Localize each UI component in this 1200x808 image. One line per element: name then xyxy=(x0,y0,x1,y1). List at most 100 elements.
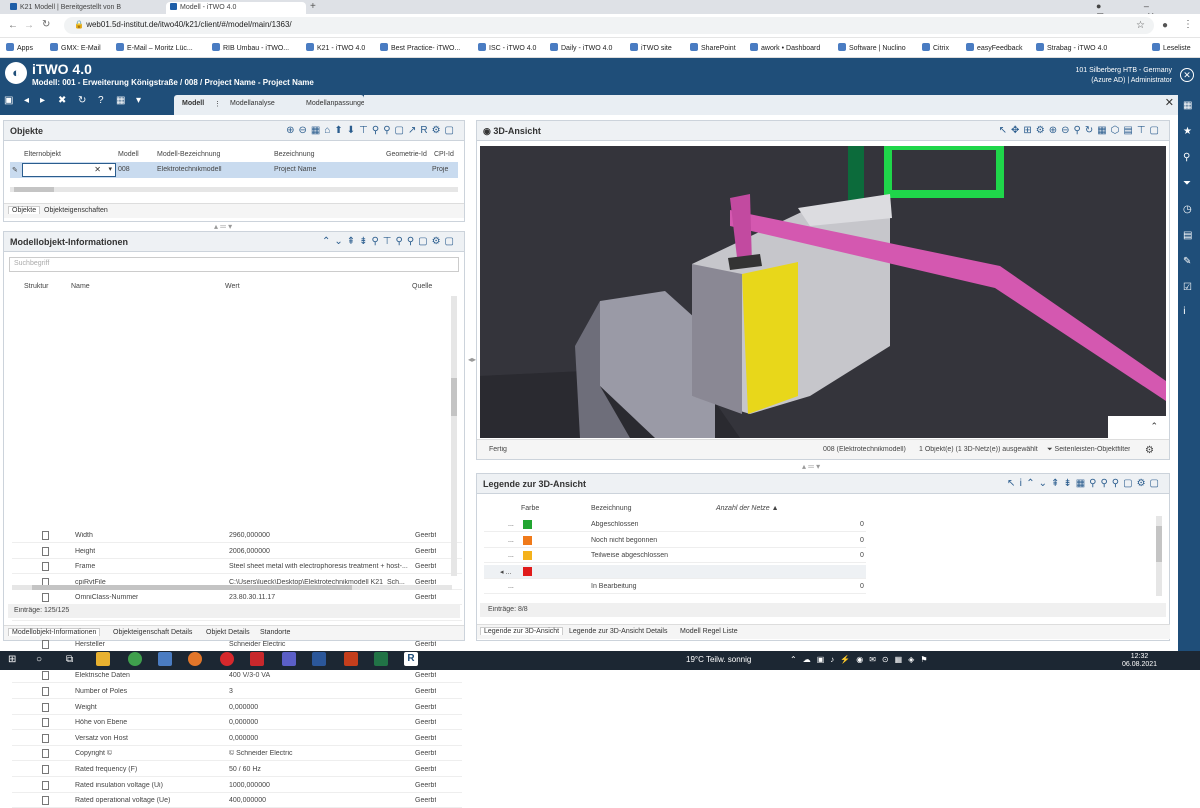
browser-tab-2[interactable]: Modell - iTWO 4.0 xyxy=(166,2,306,14)
prev-icon[interactable]: ◂ xyxy=(24,95,29,106)
save-icon[interactable]: ▣ xyxy=(4,95,13,106)
splitter-handle[interactable]: ▴ ═ ▾ xyxy=(802,462,820,471)
tab-modell[interactable]: Modell xyxy=(182,100,204,107)
bookmark[interactable]: GMX: E-Mail xyxy=(50,43,101,52)
user-icon[interactable]: ✕ xyxy=(1180,68,1194,82)
bookmark[interactable]: Software | Nuclino xyxy=(838,43,906,52)
more-icon[interactable]: ▾ xyxy=(136,95,141,106)
col-cpi-id[interactable]: CPI-Id xyxy=(434,151,454,158)
tab-modellanalyse[interactable]: Modellanalyse xyxy=(230,100,275,107)
vertical-scrollbar[interactable] xyxy=(1156,516,1162,596)
tab-objekteigenschaft-details[interactable]: Objekteigenschaft Details xyxy=(113,629,192,636)
weather-widget[interactable]: 19°C Teilw. sonnig xyxy=(686,655,751,664)
col-struktur[interactable]: Struktur xyxy=(24,283,49,290)
splitter-handle-vertical[interactable]: ◂▸ xyxy=(468,355,476,364)
tab-objekte[interactable]: Objekte xyxy=(8,206,41,214)
bookmark[interactable]: ISC - iTWO 4.0 xyxy=(478,43,536,52)
task-view-icon[interactable]: ⧉ xyxy=(66,654,73,665)
sidebar-grid-icon[interactable]: ▦ xyxy=(1183,100,1192,111)
menu-icon[interactable]: ⋮ xyxy=(1183,19,1193,30)
splitter-handle[interactable]: ▴ ═ ▾ xyxy=(214,222,232,231)
panel-toolbar[interactable]: ↖ⅰ⌃⌄⇞⇟▦⚲⚲⚲▢⚙▢ xyxy=(1007,478,1163,489)
app-icon[interactable] xyxy=(158,652,172,666)
sidebar-info-icon[interactable]: ⅰ xyxy=(1183,306,1186,317)
tab-menu-icon[interactable]: ⋮ xyxy=(214,100,221,108)
bookmark[interactable]: Strabag - iTWO 4.0 xyxy=(1036,43,1107,52)
horizontal-scrollbar[interactable] xyxy=(10,187,458,192)
user-info[interactable]: 101 Silberberg HTB - Germany (Azure AD) |… xyxy=(1076,66,1172,86)
url-input[interactable]: 🔒 web01.5d-institut.de/itwo40/k21/client… xyxy=(64,17,1154,34)
new-tab-icon[interactable]: + xyxy=(310,1,316,12)
next-icon[interactable]: ▸ xyxy=(40,95,45,106)
col-bezeichnung[interactable]: Bezeichnung xyxy=(591,505,631,512)
tab-objekteigenschaften[interactable]: Objekteigenschaften xyxy=(44,207,108,214)
reload-icon[interactable]: ↻ xyxy=(42,19,50,30)
bookmark[interactable]: SharePoint xyxy=(690,43,736,52)
chrome-icon[interactable] xyxy=(128,652,142,666)
3d-canvas[interactable]: ⌃ xyxy=(480,146,1166,438)
bookmark[interactable]: iTWO site xyxy=(630,43,672,52)
browser-tab-1[interactable]: K21 Modell | Bereitgestellt von B xyxy=(6,2,166,14)
tab-standorte[interactable]: Standorte xyxy=(260,629,290,636)
col-name[interactable]: Name xyxy=(71,283,90,290)
forward-icon[interactable]: → xyxy=(24,20,34,31)
bookmark[interactable]: Best Practice- iTWO... xyxy=(380,43,460,52)
opera-icon[interactable] xyxy=(220,652,234,666)
view-cube-box[interactable]: ⌃ xyxy=(1108,416,1166,438)
bookmark[interactable]: Leseliste xyxy=(1152,43,1191,52)
chevron-down-icon[interactable]: ▾ xyxy=(108,165,112,173)
col-wert[interactable]: Wert xyxy=(225,283,240,290)
powerpoint-icon[interactable] xyxy=(344,652,358,666)
help-icon[interactable]: ? xyxy=(98,95,104,106)
object-filter-toggle[interactable]: ⏷ Seitenleisten-Objektfilter xyxy=(1047,446,1130,454)
rib-icon[interactable]: R xyxy=(404,652,418,666)
discard-icon[interactable]: ✖ xyxy=(58,95,66,106)
tray-icons[interactable]: ⌃☁▣♪⚡◉✉⊙▦◈⚑ xyxy=(790,655,934,664)
sidebar-tasks-icon[interactable]: ☑ xyxy=(1183,282,1192,293)
profile-icon[interactable]: ● xyxy=(1162,20,1168,31)
search-icon[interactable]: ○ xyxy=(36,654,42,665)
col-quelle[interactable]: Quelle xyxy=(412,283,432,290)
close-icon[interactable]: ✕ xyxy=(1165,96,1174,109)
panel-toolbar[interactable]: ⌃⌄⇞⇟⚲⊤⚲⚲▢⚙▢ xyxy=(322,236,458,247)
bookmark[interactable]: E-Mail – Moritz Lüc... xyxy=(116,43,193,52)
windows-start-icon[interactable]: ⊞ xyxy=(8,654,16,665)
panel-toolbar[interactable]: ↖✥⊞⚙⊕⊖⚲↻▦⬡▤⊤▢ xyxy=(999,125,1163,136)
col-elternobjekt[interactable]: Elternobjekt xyxy=(24,151,61,158)
teams-icon[interactable] xyxy=(282,652,296,666)
bookmark[interactable]: Daily - iTWO 4.0 xyxy=(550,43,612,52)
bookmark[interactable]: Apps xyxy=(6,43,33,52)
chevron-up-icon[interactable]: ⌃ xyxy=(1150,421,1158,432)
refresh-icon[interactable]: ↻ xyxy=(78,95,86,106)
tab-modell-regel-liste[interactable]: Modell Regel Liste xyxy=(680,628,738,635)
acrobat-icon[interactable] xyxy=(250,652,264,666)
tab-legende-details[interactable]: Legende zur 3D-Ansicht Details xyxy=(569,628,667,635)
vertical-scrollbar[interactable] xyxy=(451,296,457,576)
tab-objekt-details[interactable]: Objekt Details xyxy=(206,629,250,636)
panel-toolbar[interactable]: ⊕⊖▦⌂⬆⬇⊤⚲⚲▢↗R⚙▢ xyxy=(286,125,458,136)
word-icon[interactable] xyxy=(312,652,326,666)
bookmark[interactable]: Citrix xyxy=(922,43,949,52)
sidebar-wizard-icon[interactable]: ✎ xyxy=(1183,256,1191,267)
bookmark[interactable]: K21 - iTWO 4.0 xyxy=(306,43,365,52)
col-geometrie-id[interactable]: Geometrie-Id xyxy=(386,151,427,158)
tab-legende[interactable]: Legende zur 3D-Ansicht xyxy=(480,627,564,635)
star-icon[interactable]: ☆ xyxy=(1136,20,1145,31)
tab-modellanpassungen[interactable]: Modellanpassungen xyxy=(306,100,369,107)
col-modell[interactable]: Modell xyxy=(118,151,139,158)
col-anzahl[interactable]: Anzahl der Netze ▲ xyxy=(716,505,779,512)
sidebar-filter-icon[interactable]: ⏷ xyxy=(1183,178,1191,189)
sidebar-report-icon[interactable]: ▤ xyxy=(1183,230,1192,241)
search-input[interactable]: Suchbegriff xyxy=(9,257,459,272)
firefox-icon[interactable] xyxy=(188,652,202,666)
col-bezeichnung[interactable]: Bezeichnung xyxy=(274,151,314,158)
tab-modellobjekt-informationen[interactable]: Modellobjekt-Informationen xyxy=(8,628,101,636)
sidebar-history-icon[interactable]: ◷ xyxy=(1183,204,1192,215)
bookmark[interactable]: RIB Umbau - iTWO... xyxy=(212,43,289,52)
clock[interactable]: 12:32 06.08.2021 xyxy=(1122,653,1157,669)
layout-icon[interactable]: ▦ xyxy=(116,95,125,106)
col-farbe[interactable]: Farbe xyxy=(521,505,539,512)
excel-icon[interactable] xyxy=(374,652,388,666)
explorer-icon[interactable] xyxy=(96,652,110,666)
gear-icon[interactable]: ⚙ xyxy=(1145,445,1154,456)
